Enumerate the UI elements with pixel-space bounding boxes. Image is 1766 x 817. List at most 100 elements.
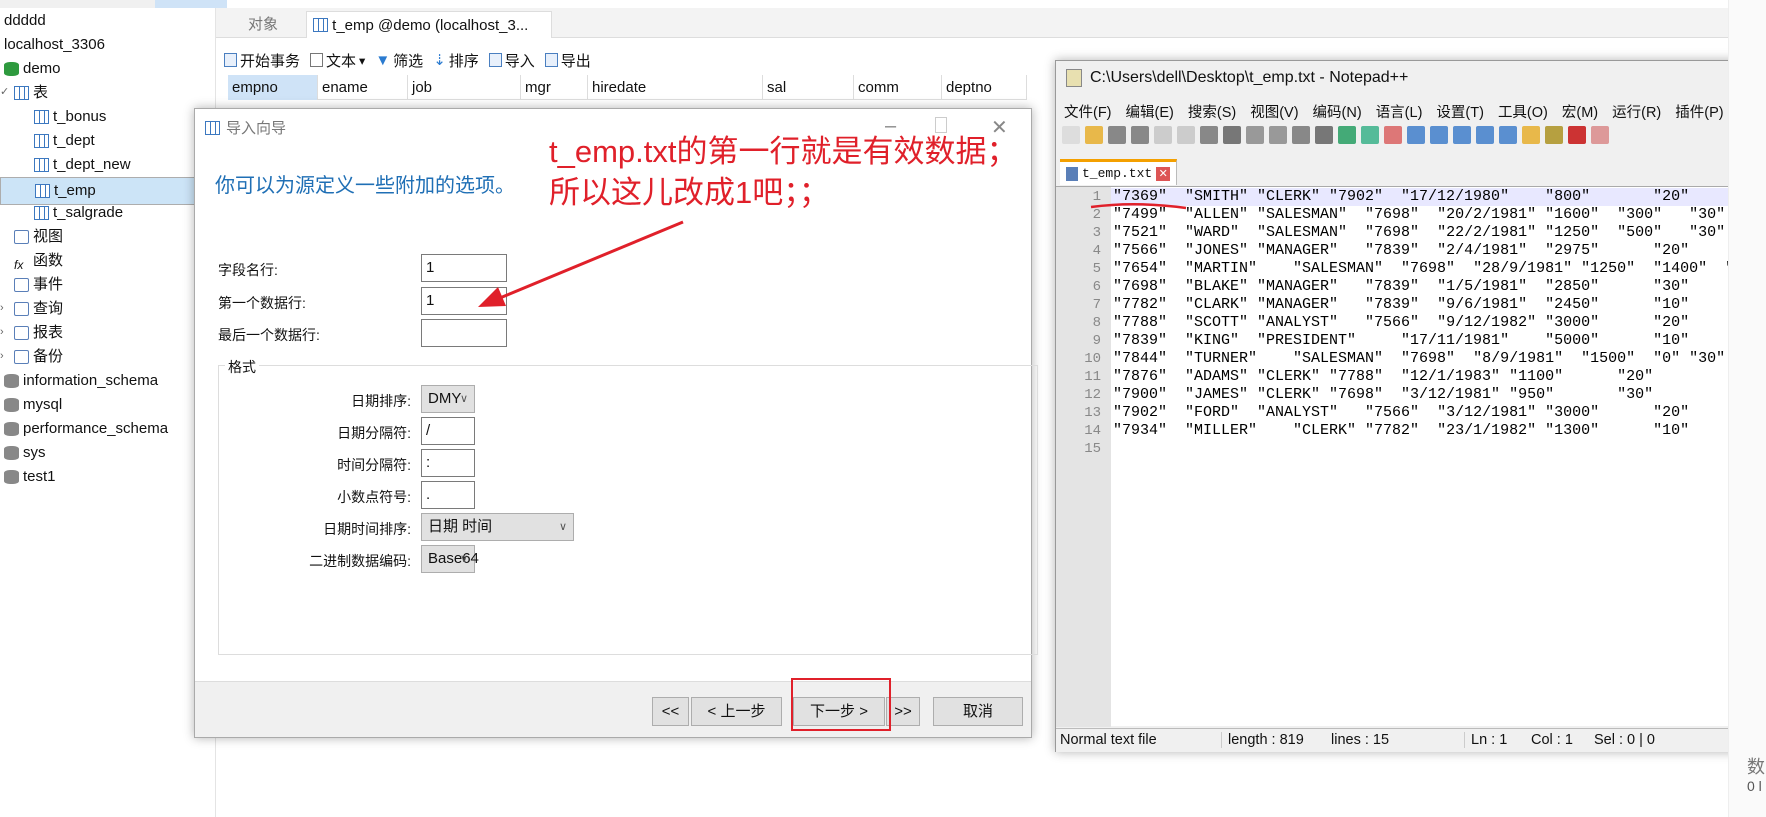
column-header[interactable]: ename bbox=[318, 75, 408, 100]
close-icon[interactable] bbox=[1154, 126, 1172, 144]
menu-item[interactable]: 插件(P) bbox=[1675, 101, 1723, 122]
paste-icon[interactable] bbox=[1269, 126, 1287, 144]
menu-item[interactable]: 运行(R) bbox=[1612, 101, 1661, 122]
sidebar-item-ddddd[interactable]: ddddd bbox=[0, 9, 46, 32]
zoom-in-icon[interactable] bbox=[1384, 126, 1402, 144]
import-wizard-dialog: 导入向导 – ✕ 你可以为源定义一些附加的选项。 字段名行: 1 第一个数据行:… bbox=[194, 108, 1038, 738]
sidebar-item-t-salgrade[interactable]: t_salgrade bbox=[0, 201, 123, 224]
column-header[interactable]: sal bbox=[763, 75, 854, 100]
sidebar-item--[interactable]: 事件 bbox=[0, 273, 63, 296]
menu-item[interactable]: 搜索(S) bbox=[1188, 101, 1236, 122]
window-title: C:\Users\dell\Desktop\t_emp.txt - Notepa… bbox=[1090, 69, 1409, 86]
cut-icon[interactable] bbox=[1223, 126, 1241, 144]
function-list-icon[interactable] bbox=[1591, 126, 1609, 144]
close-tab-icon[interactable]: ✕ bbox=[1156, 166, 1171, 181]
code-line: "7934" "MILLER" "CLERK" "7782" "23/1/198… bbox=[1113, 422, 1690, 439]
sort-button[interactable]: ⇣ 排序 bbox=[433, 50, 479, 71]
find-icon[interactable] bbox=[1338, 126, 1356, 144]
menu-item[interactable]: 宏(M) bbox=[1562, 101, 1598, 122]
expanded-chevron-icon[interactable]: ✓ bbox=[0, 81, 10, 104]
text-editor[interactable]: 1 2 3 4 5 6 7 8 9 10 11 12 13 14 15 "7369" "SMITH" "CL… bbox=[1056, 186, 1765, 727]
begin-transaction-button[interactable]: 开始事务 bbox=[224, 50, 300, 71]
database-icon bbox=[4, 421, 19, 436]
code-line: "7900" "JAMES" "CLERK" "7698" "3/12/1981… bbox=[1113, 386, 1654, 403]
sidebar-item--[interactable]: › 查询 bbox=[0, 297, 63, 320]
zoom-out-icon[interactable] bbox=[1407, 126, 1425, 144]
sidebar-item--[interactable]: › 备份 bbox=[0, 345, 63, 368]
column-header[interactable]: job bbox=[408, 75, 521, 100]
column-header[interactable]: deptno bbox=[942, 75, 1027, 100]
database-icon bbox=[4, 61, 19, 76]
line-number: 6 bbox=[1092, 279, 1101, 295]
sidebar-item-label: test1 bbox=[23, 468, 56, 485]
table-toolbar: 开始事务 文本 ▾ ▼ 筛选 ⇣ 排序 导入 导出 bbox=[216, 46, 591, 74]
sidebar-item-t-dept-new[interactable]: t_dept_new bbox=[0, 153, 131, 176]
sidebar-item-test1[interactable]: test1 bbox=[0, 465, 56, 488]
menu-item[interactable]: 编码(N) bbox=[1313, 101, 1362, 122]
code-line: "7788" "SCOTT" "ANALYST" "7566" "9/12/19… bbox=[1113, 314, 1690, 331]
sidebar-item-information-schema[interactable]: information_schema bbox=[0, 369, 158, 392]
column-header[interactable]: mgr bbox=[521, 75, 588, 100]
column-header[interactable]: empno bbox=[228, 75, 318, 100]
redo-icon[interactable] bbox=[1315, 126, 1333, 144]
menu-item[interactable]: 设置(T) bbox=[1436, 101, 1484, 122]
import-button[interactable]: 导入 bbox=[488, 50, 535, 71]
sidebar-item--[interactable]: fx 函数 bbox=[0, 249, 63, 272]
open-file-icon[interactable] bbox=[1085, 126, 1103, 144]
doc-map-icon[interactable] bbox=[1568, 126, 1586, 144]
filter-button[interactable]: ▼ 筛选 bbox=[375, 50, 423, 71]
close-all-icon[interactable] bbox=[1177, 126, 1195, 144]
save-icon[interactable] bbox=[1108, 126, 1126, 144]
word-wrap-icon[interactable] bbox=[1476, 126, 1494, 144]
new-file-icon[interactable] bbox=[1062, 126, 1080, 144]
sidebar-item--[interactable]: 视图 bbox=[0, 225, 63, 248]
sidebar-item-sys[interactable]: sys bbox=[0, 441, 46, 464]
sidebar-item-mysql[interactable]: mysql bbox=[0, 393, 62, 416]
sidebar-item-performance-schema[interactable]: performance_schema bbox=[0, 417, 168, 440]
sync-v-icon[interactable] bbox=[1430, 126, 1448, 144]
label: 文本 bbox=[326, 52, 357, 70]
text-button[interactable]: 文本 ▾ bbox=[310, 50, 365, 71]
sidebar-item-demo[interactable]: demo bbox=[0, 57, 61, 80]
sidebar-item-t-bonus[interactable]: t_bonus bbox=[0, 105, 106, 128]
column-header[interactable]: comm bbox=[854, 75, 942, 100]
table-icon bbox=[313, 18, 328, 32]
column-header[interactable]: hiredate bbox=[588, 75, 763, 100]
tab-t-emp[interactable]: t_emp @demo (localhost_3... bbox=[306, 11, 552, 38]
export-button[interactable]: 导出 bbox=[544, 50, 591, 71]
status-col: Col : 1 bbox=[1531, 732, 1573, 748]
sidebar-item-label: 备份 bbox=[33, 348, 64, 365]
menu-item[interactable]: 文件(F) bbox=[1064, 101, 1112, 122]
menu-item[interactable]: 工具(O) bbox=[1498, 101, 1548, 122]
menu-item[interactable]: 编辑(E) bbox=[1126, 101, 1174, 122]
collapsed-chevron-icon[interactable]: › bbox=[0, 321, 10, 344]
sync-h-icon[interactable] bbox=[1453, 126, 1471, 144]
menu-item[interactable]: 视图(V) bbox=[1250, 101, 1298, 122]
right-panel-edge: 数 0 l bbox=[1728, 0, 1766, 817]
show-all-icon[interactable] bbox=[1499, 126, 1517, 144]
udl-icon[interactable] bbox=[1545, 126, 1563, 144]
save-all-icon[interactable] bbox=[1131, 126, 1149, 144]
code-line: "7876" "ADAMS" "CLERK" "7788" "12/1/1983… bbox=[1113, 368, 1654, 385]
indent-guide-icon[interactable] bbox=[1522, 126, 1540, 144]
sidebar-item--[interactable]: › 报表 bbox=[0, 321, 63, 344]
line-number: 10 bbox=[1084, 351, 1101, 367]
sidebar-item-label: ddddd bbox=[4, 12, 46, 29]
menu-item[interactable]: 语言(L) bbox=[1376, 101, 1423, 122]
copy-icon[interactable] bbox=[1246, 126, 1264, 144]
tab-label: t_emp @demo (localhost_3... bbox=[332, 17, 529, 34]
notepad-app-icon bbox=[1066, 69, 1082, 87]
tab-objects[interactable]: 对象 bbox=[220, 11, 306, 38]
line-number: 9 bbox=[1092, 333, 1101, 349]
replace-icon[interactable] bbox=[1361, 126, 1379, 144]
status-ln: Ln : 1 bbox=[1464, 732, 1507, 748]
undo-icon[interactable] bbox=[1292, 126, 1310, 144]
collapsed-chevron-icon[interactable]: › bbox=[0, 297, 10, 320]
collapsed-chevron-icon[interactable]: › bbox=[0, 345, 10, 368]
file-tab[interactable]: t_emp.txt ✕ bbox=[1060, 159, 1178, 185]
sidebar-item-t-dept[interactable]: t_dept bbox=[0, 129, 95, 152]
print-icon[interactable] bbox=[1200, 126, 1218, 144]
sidebar-item--[interactable]: ✓ 表 bbox=[0, 81, 48, 104]
sidebar-item-localhost-3306[interactable]: localhost_3306 bbox=[0, 33, 105, 56]
status-length: length : 819 bbox=[1221, 732, 1304, 748]
